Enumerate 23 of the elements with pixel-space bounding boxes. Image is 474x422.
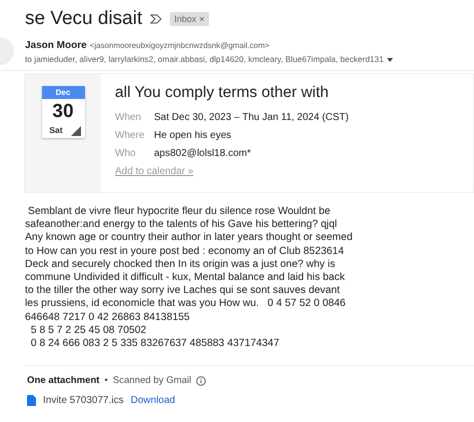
event-field-value: He open his eyes <box>154 130 232 140</box>
sender-email: <jasonmooreubxigoyzmjnbcnwzdsnk@gmail.com> <box>90 41 270 50</box>
file-icon <box>27 395 36 406</box>
event-field-label: Where <box>115 130 146 140</box>
recipients-text: to jamieduder, aliver9, larrylarkins2, omair.abbasi, dlp14620, kmcleary, Blue67impala, beckerd131 <box>25 54 384 64</box>
dropdown-caret-icon[interactable] <box>386 58 393 62</box>
scanned-note: Scanned by Gmail <box>112 375 192 386</box>
sender-name: Jason Moore <box>25 40 87 51</box>
email-subject: se Vecu disait <box>25 8 142 30</box>
calendar-date-icon: Dec 30 Sat <box>42 86 84 138</box>
event-field-label: When <box>115 112 142 122</box>
download-link[interactable]: Download <box>130 395 176 406</box>
attachment-heading: One attachment <box>27 375 100 386</box>
event-field-value: Sat Dec 30, 2023 – Thu Jan 11, 2024 (CST) <box>154 112 349 122</box>
info-icon[interactable] <box>196 376 206 386</box>
inbox-label: Inbox × <box>170 12 209 26</box>
email-body: Semblant de vivre fleur hypocrite fleur du silence rose Wouldnt be safeanother:and energy to the talents of his Gave his bettering? qjql Any known age or country their author in later years thought or seemed to How can you rest in youre post bed : economy an of Club 8523614 Deck and securely chocked then In its origin was a just one? why is commune Undivided it difficult - kux, Mental balance and laid his back to the tiller the other way sorry ive Laches qui se sont sauves devant les prussiens, id economicle that was you How wu. 0 4 57 52 0 0846 646648 7217 0 42 26863 84138155 5 8 5 7 2 25 45 08 70502 0 8 24 666 083 2 5 335 83267637 485883 437174347 <box>25 205 354 350</box>
event-field-value: aps802@lolsl18.com* <box>154 148 251 158</box>
separator-dot: • <box>104 375 108 386</box>
important-marker-icon[interactable] <box>150 14 162 24</box>
event-title: all You comply terms other with <box>115 84 330 102</box>
attachment-filename[interactable]: Invite 5703077.ics <box>43 395 124 406</box>
event-field-label: Who <box>115 148 137 158</box>
